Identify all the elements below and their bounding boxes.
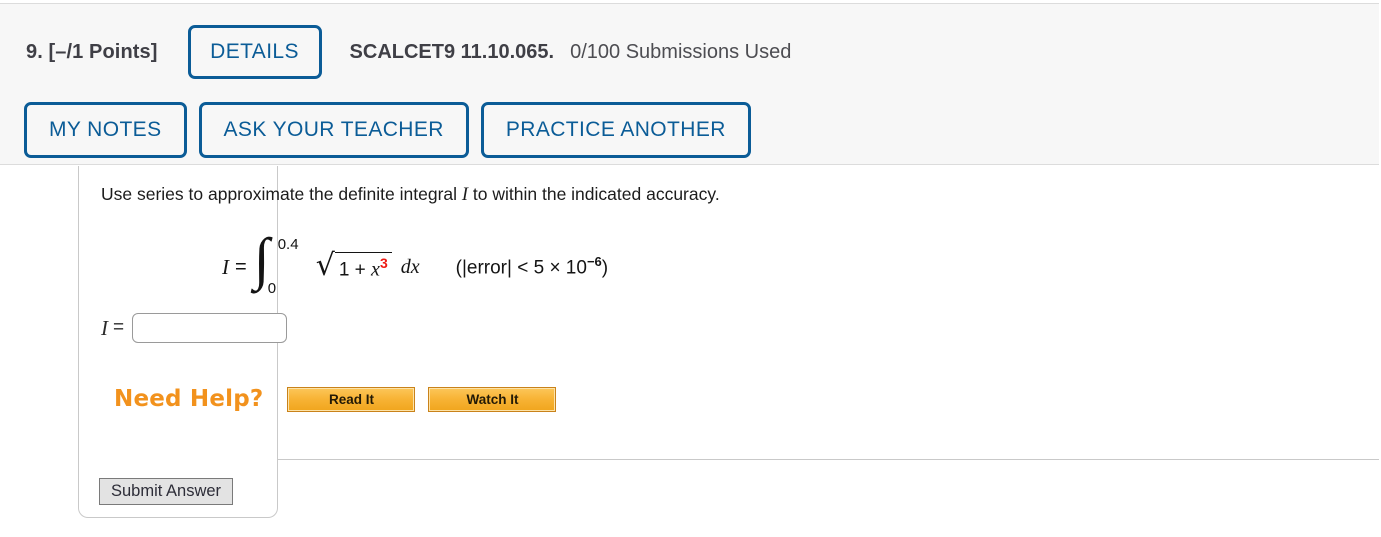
radicand-base: 1 +: [338, 259, 372, 281]
panel-inner-fill: [79, 166, 277, 458]
error-bound-close: ): [601, 257, 609, 279]
need-help-label: Need Help?: [114, 386, 264, 412]
differential-dx: dx: [400, 255, 420, 278]
read-it-button[interactable]: Read It: [287, 386, 416, 412]
integral-expression: I = ∫ 0.4 0 √ 1 + x3 dx (|error| < 5 × 1…: [222, 230, 608, 298]
question-prompt: Use series to approximate the definite i…: [101, 184, 720, 206]
prompt-text-before: Use series to approximate the definite i…: [101, 184, 462, 204]
ask-your-teacher-button[interactable]: ASK YOUR TEACHER: [198, 102, 469, 158]
watch-it-button[interactable]: Watch It: [428, 386, 557, 412]
radicand-variable: x: [371, 258, 380, 281]
error-bound-text: (|error| < 5 × 10: [455, 257, 587, 279]
integral-lower-limit: 0: [267, 280, 277, 297]
error-bound-exponent: −6: [586, 254, 602, 270]
prompt-text-after: to within the indicated accuracy.: [468, 184, 720, 204]
details-button[interactable]: DETAILS: [187, 25, 322, 79]
submissions-used-label: 0/100 Submissions Used: [570, 40, 792, 63]
header-action-row: MY NOTES ASK YOUR TEACHER PRACTICE ANOTH…: [24, 102, 763, 158]
question-header-bar: 9. [–/1 Points] DETAILS SCALCET9 11.10.0…: [0, 3, 1379, 165]
submit-answer-button[interactable]: Submit Answer: [99, 478, 234, 505]
radicand: 1 + x3: [334, 252, 392, 281]
radical-sign-icon: √: [315, 248, 335, 284]
need-help-row: Need Help? Read It Watch It: [114, 386, 557, 412]
error-bound-annotation: (|error| < 5 × 10−6): [456, 254, 608, 279]
integral-upper-limit: 0.4: [277, 236, 299, 253]
radicand-exponent: 3: [379, 255, 388, 272]
footer-divider: [278, 459, 1379, 460]
question-code-label: SCALCET9 11.10.065.: [349, 40, 555, 63]
my-notes-button[interactable]: MY NOTES: [24, 102, 187, 158]
integral-symbol-group: ∫ 0.4 0: [254, 230, 310, 298]
answer-input[interactable]: [132, 313, 288, 343]
answer-equals-sign: =: [113, 317, 125, 338]
math-equals-sign: =: [235, 255, 247, 278]
practice-another-button[interactable]: PRACTICE ANOTHER: [480, 102, 751, 158]
header-top-row: 9. [–/1 Points] DETAILS SCALCET9 11.10.0…: [26, 25, 791, 79]
math-variable-I: I: [222, 254, 229, 279]
answer-label-I: I: [101, 315, 108, 340]
square-root-group: √ 1 + x3: [315, 248, 392, 284]
points-label: 9. [–/1 Points]: [26, 40, 158, 63]
answer-row: I =: [101, 313, 288, 343]
